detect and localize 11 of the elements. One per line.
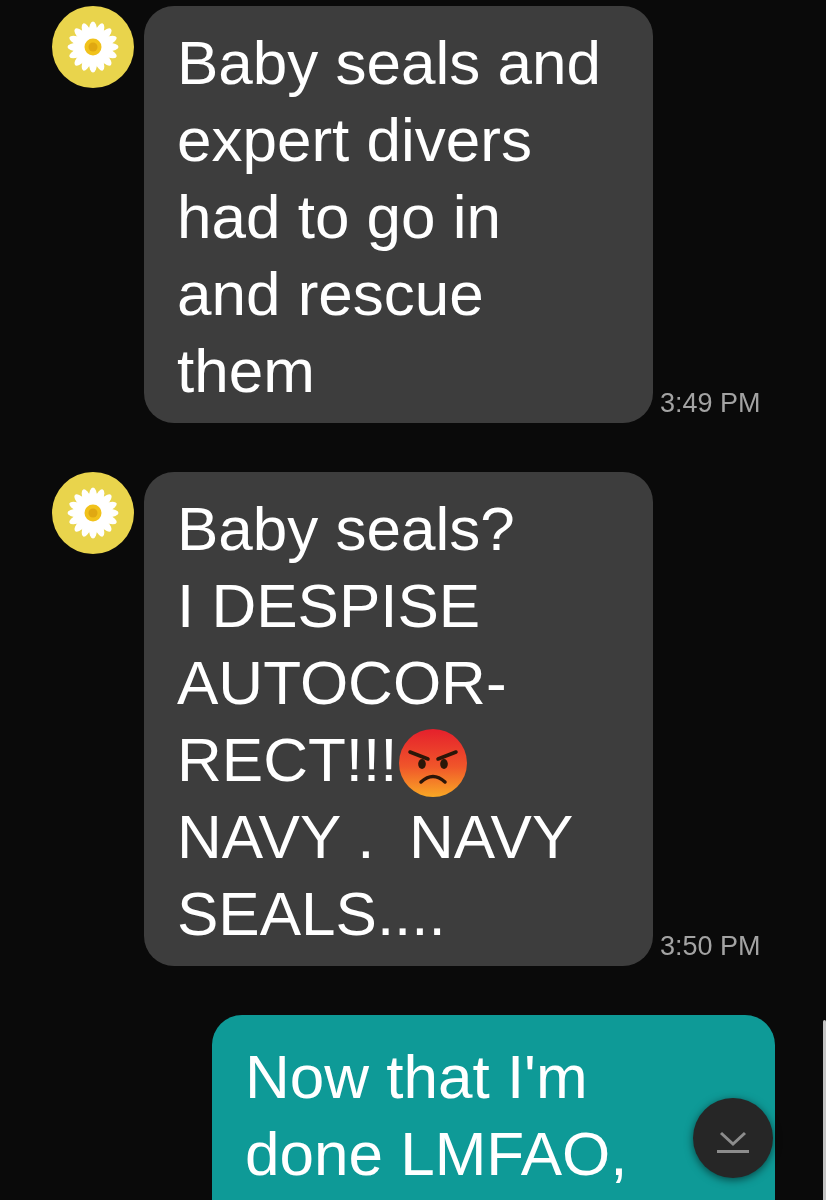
- daisy-icon: [52, 472, 134, 554]
- chevron-down-icon: [717, 1131, 749, 1153]
- scrollbar-thumb[interactable]: [823, 1020, 826, 1200]
- message-text: RECT!!!: [177, 724, 398, 796]
- message-text: Baby seals and expert divers had to go in and rescue them: [177, 27, 601, 407]
- timestamp: 3:49 PM: [660, 390, 761, 417]
- daisy-icon: [52, 6, 134, 88]
- message-text: Baby seals? I DESPISE AUTOCOR-: [177, 493, 515, 719]
- message-text: Now that I'm done LMFAO,: [245, 1041, 628, 1190]
- message-text: NAVY . NAVY SEALS....: [177, 801, 574, 950]
- timestamp: 3:50 PM: [660, 933, 761, 960]
